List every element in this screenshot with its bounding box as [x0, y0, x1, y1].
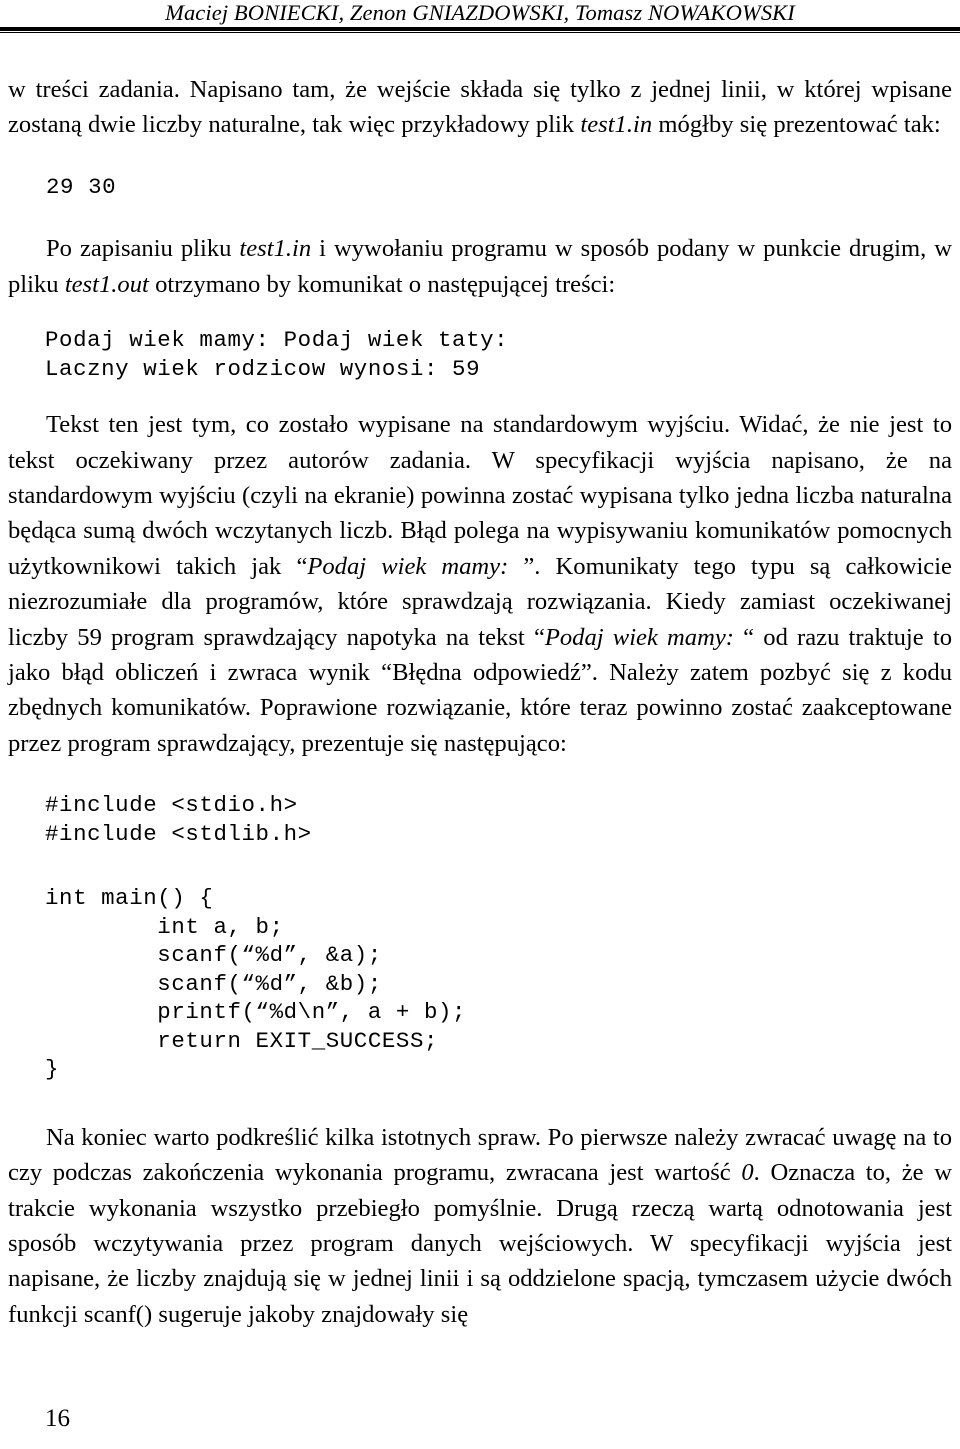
paragraph-1: w treści zadania. Napisano tam, że wejśc…	[8, 72, 952, 143]
running-head: Maciej BONIECKI, Zenon GNIAZDOWSKI, Toma…	[165, 0, 795, 25]
paragraph-2: Po zapisaniu pliku test1.in i wywołaniu …	[8, 231, 952, 302]
filename-test1-out: test1.out	[64, 270, 149, 298]
page-number: 16	[45, 1405, 70, 1432]
header-rule-thick	[0, 27, 960, 31]
paragraph-4: Na koniec warto podkreślić kilka istotny…	[8, 1120, 952, 1332]
document-page: Maciej BONIECKI, Zenon GNIAZDOWSKI, Toma…	[0, 0, 960, 1449]
listing-input-file: 29 30	[46, 173, 117, 200]
page-content: w treści zadania. Napisano tam, że wejśc…	[8, 72, 952, 1332]
filename-test1-in: test1.in	[580, 111, 653, 139]
filename-test1-in-2: test1.in	[239, 235, 312, 263]
return-value-zero: 0	[741, 1159, 754, 1187]
quoted-message-2: Podaj wiek mamy:	[544, 623, 744, 651]
listing-code-includes: #include <stdio.h> #include <stdlib.h>	[45, 792, 312, 847]
paragraph-2-text-a: Po zapisaniu pliku	[46, 235, 240, 263]
listing-code-main: int main() { int a, b; scanf(“%d”, &a); …	[45, 885, 467, 1083]
paragraph-3: Tekst ten jest tym, co zostało wypisane …	[8, 407, 952, 761]
paragraph-2-text-c: otrzymano by komunikat o następującej tr…	[148, 270, 616, 298]
quoted-message-1: Podaj wiek mamy:	[307, 552, 524, 580]
paragraph-1-text-b: mógłby się prezentować tak:	[652, 111, 941, 139]
listing-program-output: Podaj wiek mamy: Podaj wiek taty: Laczny…	[45, 327, 509, 382]
header-rule-thin	[0, 32, 960, 33]
